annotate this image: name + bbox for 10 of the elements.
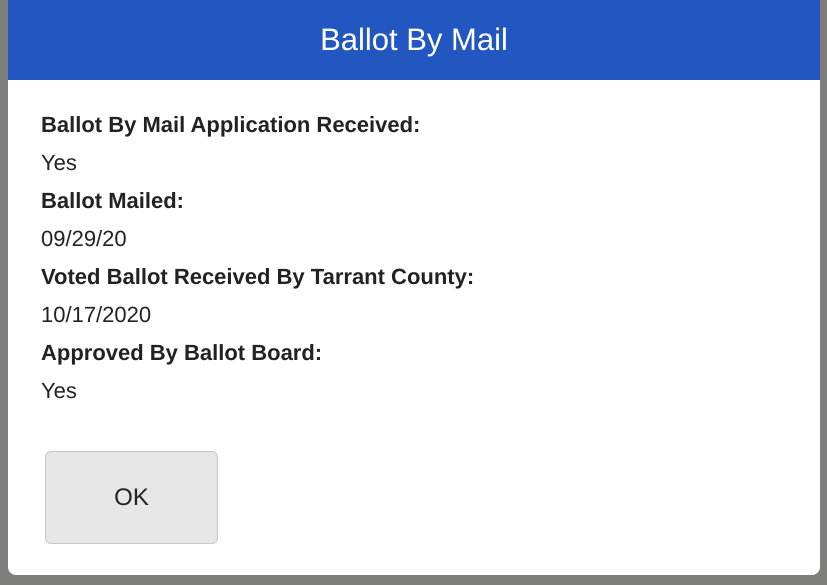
field-label: Approved By Ballot Board: bbox=[41, 339, 324, 367]
field-value: Yes bbox=[41, 149, 78, 177]
field-value: 10/17/2020 bbox=[41, 301, 152, 329]
field-label: Ballot By Mail Application Received: bbox=[41, 111, 422, 139]
field-value: 09/29/20 bbox=[41, 225, 128, 253]
dialog-title: Ballot By Mail bbox=[320, 22, 508, 58]
ok-button[interactable]: OK bbox=[45, 451, 218, 544]
field-label: Voted Ballot Received By Tarrant County: bbox=[41, 263, 476, 291]
field-value: Yes bbox=[41, 377, 78, 405]
field-label: Ballot Mailed: bbox=[41, 187, 186, 215]
